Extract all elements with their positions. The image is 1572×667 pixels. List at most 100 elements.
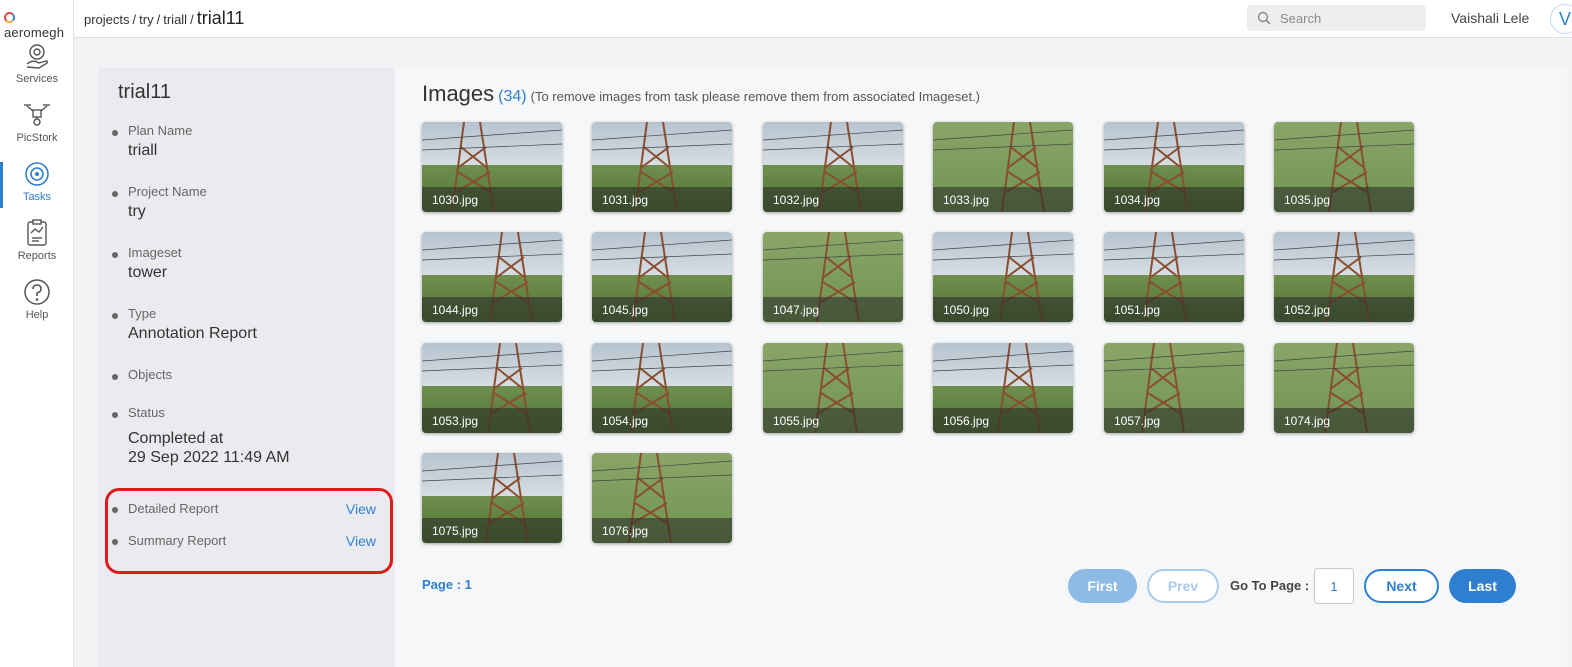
image-thumbnail[interactable]: 1033.jpg	[933, 122, 1073, 212]
power-line	[422, 350, 562, 362]
breadcrumb-project[interactable]: try	[139, 12, 153, 27]
search-icon	[1257, 11, 1271, 25]
field-key: Objects	[128, 367, 173, 382]
image-thumbnail[interactable]: 1052.jpg	[1274, 232, 1414, 322]
prev-page-button[interactable]: Prev	[1147, 569, 1219, 603]
nav-label-services: Services	[15, 73, 59, 85]
breadcrumb-plan[interactable]: triall	[163, 12, 187, 27]
image-filename: 1035.jpg	[1274, 187, 1414, 212]
image-filename: 1074.jpg	[1274, 408, 1414, 433]
view-detailed-report-link[interactable]: View	[346, 501, 376, 517]
image-thumbnail[interactable]: 1075.jpg	[422, 453, 562, 543]
image-thumbnail[interactable]: 1030.jpg	[422, 122, 562, 212]
image-thumbnail[interactable]: 1076.jpg	[592, 453, 732, 543]
image-thumbnail[interactable]: 1034.jpg	[1104, 122, 1244, 212]
power-line	[1274, 253, 1414, 261]
image-thumbnail[interactable]: 1031.jpg	[592, 122, 732, 212]
images-note: (To remove images from task please remov…	[530, 89, 981, 104]
nav-item-help[interactable]: Help	[0, 278, 74, 330]
avatar[interactable]: V	[1550, 4, 1572, 34]
nav-item-tasks[interactable]: Tasks	[0, 160, 74, 212]
status-line-2: 29 Sep 2022 11:49 AM	[128, 449, 290, 466]
power-line	[1274, 350, 1414, 362]
tasks-icon	[25, 162, 49, 186]
app-logo[interactable]: aeromegh	[4, 10, 72, 40]
bullet	[112, 130, 118, 136]
images-header: Images (34) (To remove images from task pl…	[422, 81, 980, 107]
bullet	[112, 252, 118, 258]
bullet	[112, 191, 118, 197]
search-input[interactable]	[1280, 9, 1420, 27]
image-filename: 1033.jpg	[933, 187, 1073, 212]
image-thumbnail[interactable]: 1054.jpg	[592, 343, 732, 433]
bullet	[112, 374, 118, 380]
power-line	[933, 350, 1073, 362]
image-thumbnail[interactable]: 1057.jpg	[1104, 343, 1244, 433]
nav-item-reports[interactable]: Reports	[0, 219, 74, 271]
view-summary-report-link[interactable]: View	[346, 533, 376, 549]
images-count: (34)	[498, 88, 527, 105]
image-thumbnail[interactable]: 1051.jpg	[1104, 232, 1244, 322]
image-thumbnail[interactable]: 1047.jpg	[763, 232, 903, 322]
image-filename: 1031.jpg	[592, 187, 732, 212]
last-page-button[interactable]: Last	[1449, 569, 1516, 603]
power-line	[422, 460, 562, 472]
field-key: Type	[128, 306, 157, 321]
image-thumbnail[interactable]: 1035.jpg	[1274, 122, 1414, 212]
power-line	[1104, 129, 1244, 141]
power-line	[933, 143, 1073, 151]
page-indicator: Page : 1	[422, 577, 472, 592]
logo-mark-icon	[4, 12, 15, 23]
detailed-report-row: Detailed Report View	[112, 501, 376, 519]
images-panel: Images (34) (To remove images from task pl…	[395, 68, 1567, 667]
first-page-button[interactable]: First	[1068, 569, 1137, 603]
image-thumbnail[interactable]: 1055.jpg	[763, 343, 903, 433]
bullet	[112, 507, 118, 513]
services-icon	[26, 44, 49, 69]
image-filename: 1044.jpg	[422, 297, 562, 322]
field-key: Project Name	[128, 184, 207, 199]
image-thumbnail[interactable]: 1074.jpg	[1274, 343, 1414, 433]
field-value: Annotation Report	[128, 325, 257, 342]
power-line	[422, 364, 562, 372]
image-thumbnail[interactable]: 1045.jpg	[592, 232, 732, 322]
nav-label-help: Help	[25, 309, 49, 321]
power-line	[763, 364, 903, 372]
breadcrumb-separator: /	[132, 12, 137, 27]
top-bar: projects/try/triall/trial11 Vaishali Lel…	[74, 0, 1572, 38]
power-line	[763, 350, 903, 362]
image-filename: 1030.jpg	[422, 187, 562, 212]
power-line	[763, 129, 903, 141]
field-key: Imageset	[128, 245, 182, 260]
power-line	[422, 474, 562, 482]
search-box[interactable]	[1247, 5, 1426, 31]
nav-item-picstork[interactable]: PicStork	[0, 101, 74, 153]
breadcrumb: projects / try / triall / trial11	[84, 8, 244, 29]
goto-page-input[interactable]	[1314, 568, 1354, 604]
image-filename: 1050.jpg	[933, 297, 1073, 322]
image-filename: 1051.jpg	[1104, 297, 1244, 322]
summary-report-row: Summary Report View	[112, 533, 376, 551]
power-line	[1104, 143, 1244, 151]
power-line	[422, 239, 562, 251]
image-thumbnail[interactable]: 1053.jpg	[422, 343, 562, 433]
image-thumbnail[interactable]: 1056.jpg	[933, 343, 1073, 433]
image-filename: 1053.jpg	[422, 408, 562, 433]
breadcrumb-projects[interactable]: projects	[84, 12, 130, 27]
left-nav: aeromegh Services PicStork Tasks Reports…	[0, 0, 74, 667]
image-filename: 1075.jpg	[422, 518, 562, 543]
user-name[interactable]: Vaishali Lele	[1451, 10, 1529, 26]
power-line	[422, 129, 562, 141]
image-filename: 1052.jpg	[1274, 297, 1414, 322]
nav-item-services[interactable]: Services	[0, 42, 74, 94]
image-thumbnail[interactable]: 1044.jpg	[422, 232, 562, 322]
image-thumbnail[interactable]: 1032.jpg	[763, 122, 903, 212]
breadcrumb-current: trial11	[196, 8, 245, 28]
logo-text: aeromegh	[4, 25, 65, 40]
next-page-button[interactable]: Next	[1364, 569, 1439, 603]
image-filename: 1076.jpg	[592, 518, 732, 543]
field-key: Status	[128, 405, 165, 420]
image-thumbnail[interactable]: 1050.jpg	[933, 232, 1073, 322]
power-line	[592, 253, 732, 261]
power-line	[933, 253, 1073, 261]
